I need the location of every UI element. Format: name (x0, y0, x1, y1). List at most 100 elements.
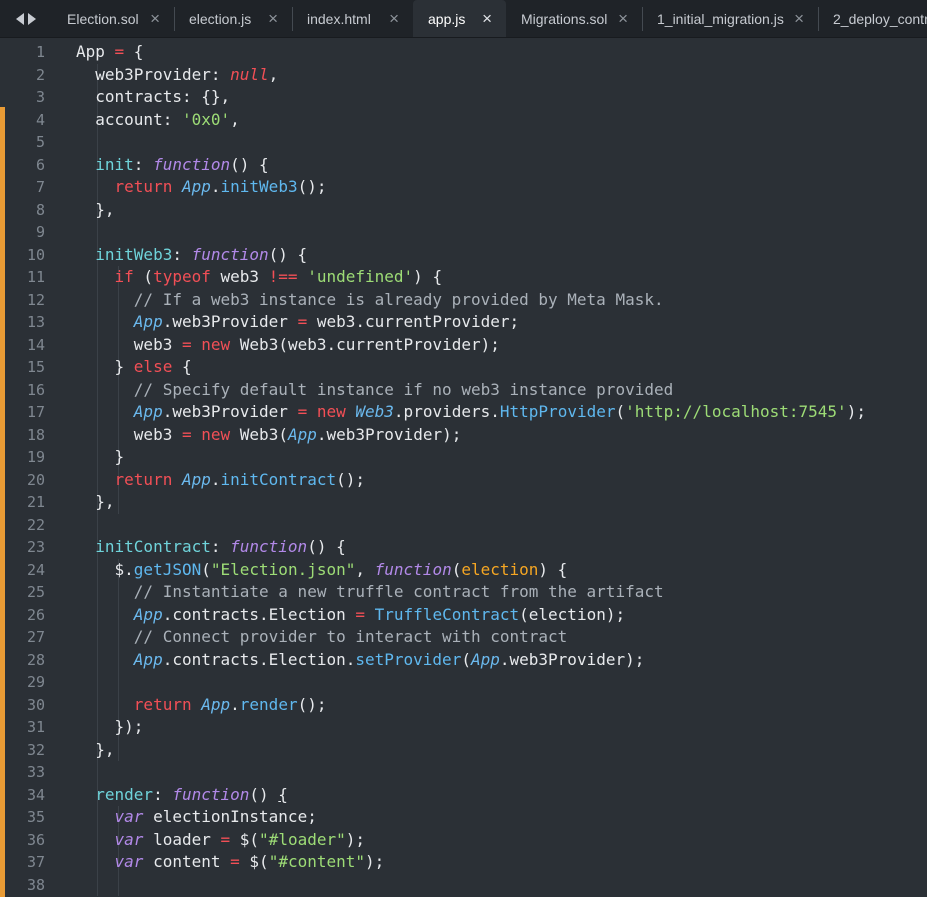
code-token: return (133, 694, 192, 714)
close-tab-icon[interactable]: × (794, 10, 804, 27)
code-text: App = { (76, 41, 143, 64)
tab-app-js[interactable]: app.js × (413, 0, 506, 37)
code-line[interactable]: 16 // Specify default instance if no web… (0, 379, 927, 402)
tab-label: election.js (189, 10, 252, 27)
close-tab-icon[interactable]: × (618, 10, 628, 27)
code-token: web3 (76, 334, 182, 354)
tab-2-deploy-contra[interactable]: 2_deploy_contra (818, 0, 927, 37)
code-line[interactable]: 23 initContract: function() { (0, 536, 927, 559)
code-text: App.web3Provider = new Web3.providers.Ht… (76, 401, 866, 424)
code-line[interactable]: 11 if (typeof web3 !== 'undefined') { (0, 266, 927, 289)
code-token: initWeb3 (76, 244, 173, 264)
code-line[interactable]: 6 init: function() { (0, 154, 927, 177)
code-token: .web3Provider (162, 312, 298, 331)
code-token: initWeb3 (220, 177, 298, 196)
code-line[interactable]: 37 var content = $("#content"); (0, 851, 927, 874)
code-line[interactable]: 7 return App.initWeb3(); (0, 176, 927, 199)
code-line[interactable]: 25 // Instantiate a new truffle contract… (0, 581, 927, 604)
code-line[interactable]: 12 // If a web3 instance is already prov… (0, 289, 927, 312)
code-token: render (76, 784, 154, 804)
code-line[interactable]: 29 (0, 671, 927, 694)
code-line[interactable]: 20 return App.initContract(); (0, 469, 927, 492)
tab-label: index.html (307, 10, 371, 27)
line-number: 27 (26, 628, 45, 646)
code-line[interactable]: 15 } else { (0, 356, 927, 379)
code-line[interactable]: 4 account: '0x0', (0, 109, 927, 132)
close-tab-icon[interactable]: × (389, 10, 399, 27)
code-token: web3 (210, 267, 269, 286)
code-text: }, (76, 491, 114, 514)
code-line[interactable]: 31 }); (0, 716, 927, 739)
code-line[interactable]: 27 // Connect provider to interact with … (0, 626, 927, 649)
close-tab-icon[interactable]: × (150, 10, 160, 27)
line-number: 22 (26, 515, 45, 534)
tab-election-js[interactable]: election.js × (174, 0, 292, 37)
code-text: contracts: {}, (76, 86, 230, 109)
code-token: // Specify default instance if no web3 i… (76, 379, 674, 399)
code-token: App (201, 694, 231, 714)
tab-1-initial-migration-js[interactable]: 1_initial_migration.js × (642, 0, 818, 37)
line-number: 38 (26, 875, 45, 894)
code-line[interactable]: 28 App.contracts.Election.setProvider(Ap… (0, 649, 927, 672)
code-token: electionInstance; (143, 807, 317, 826)
code-token: : (153, 784, 173, 804)
code-token: App (133, 312, 163, 331)
code-line[interactable]: 34 render: function() { (0, 784, 927, 807)
code-line[interactable]: 1 App = { (0, 41, 927, 64)
code-text: var content = $("#content"); (76, 851, 385, 874)
code-line[interactable]: 33 (0, 761, 927, 784)
close-tab-icon[interactable]: × (482, 10, 492, 27)
code-line[interactable]: 18 web3 = new Web3(App.web3Provider); (0, 424, 927, 447)
line-number: 9 (35, 223, 45, 241)
code-token: = (220, 829, 231, 849)
code-token: init (76, 154, 134, 174)
code-token: .web3Provider); (316, 424, 462, 444)
line-number: 2 (35, 65, 45, 84)
code-token: , (355, 559, 375, 579)
close-tab-icon[interactable]: × (268, 10, 278, 27)
code-line[interactable]: 35 var electionInstance; (0, 806, 927, 829)
tab-migrations-sol[interactable]: Migrations.sol × (506, 0, 642, 37)
code-line[interactable]: 14 web3 = new Web3(web3.currentProvider)… (0, 334, 927, 357)
next-tab-arrow-icon[interactable] (28, 12, 36, 25)
code-token: = (230, 852, 240, 871)
code-token: App (287, 424, 317, 444)
code-line[interactable]: 24 $.getJSON("Election.json", function(e… (0, 559, 927, 582)
code-token: initContract (220, 469, 337, 489)
code-line[interactable]: 32 }, (0, 739, 927, 762)
code-line[interactable]: 8 }, (0, 199, 927, 222)
previous-tab-arrow-icon[interactable] (16, 12, 24, 25)
code-line[interactable]: 19 } (0, 446, 927, 469)
code-line[interactable]: 30 return App.render(); (0, 694, 927, 717)
code-line[interactable]: 10 initWeb3: function() { (0, 244, 927, 267)
code-line[interactable]: 2 web3Provider: null, (0, 64, 927, 87)
code-token: . (210, 469, 221, 489)
code-line[interactable]: 13 App.web3Provider = web3.currentProvid… (0, 311, 927, 334)
code-line[interactable]: 38 (0, 874, 927, 897)
tab-election-sol[interactable]: Election.sol × (52, 0, 174, 37)
code-line[interactable]: 3 contracts: {}, (0, 86, 927, 109)
code-token: var (114, 829, 144, 849)
code-line[interactable]: 26 App.contracts.Election = TruffleContr… (0, 604, 927, 627)
code-line[interactable]: 21 }, (0, 491, 927, 514)
code-token: ( (615, 402, 626, 421)
code-editor[interactable]: 1 App = {2 web3Provider: null, 3 contracts… (0, 38, 927, 897)
line-number: 20 (26, 470, 45, 489)
line-number: 26 (26, 605, 45, 624)
code-line[interactable]: 22 (0, 514, 927, 537)
code-line[interactable]: 5 (0, 131, 927, 154)
code-line[interactable]: 17 App.web3Provider = new Web3.providers… (0, 401, 927, 424)
code-text: var loader = $("#loader"); (76, 829, 365, 852)
code-text: if (typeof web3 !== 'undefined') { (76, 266, 443, 289)
line-number: 13 (26, 313, 45, 331)
code-token: { (278, 784, 288, 804)
code-token: function (230, 537, 308, 556)
code-token: { (172, 357, 192, 376)
code-line[interactable]: 36 var loader = $("#loader"); (0, 829, 927, 852)
code-line[interactable]: 9 (0, 221, 927, 244)
tab-index-html[interactable]: index.html × (292, 0, 413, 37)
